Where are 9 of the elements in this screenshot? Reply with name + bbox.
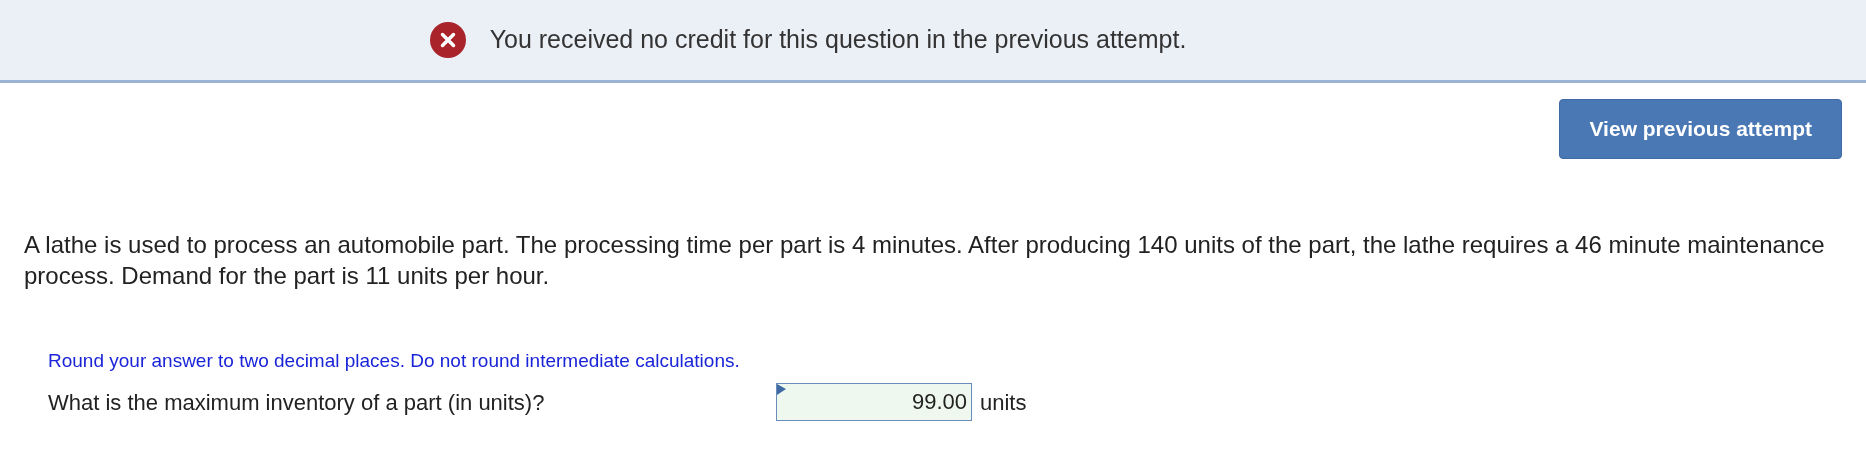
unit-label: units xyxy=(980,388,1027,417)
answer-field[interactable]: 99.00 xyxy=(776,383,972,421)
question-prompt: What is the maximum inventory of a part (in units)? xyxy=(48,388,546,417)
banner-message: You received no credit for this question in the previous attempt. xyxy=(489,24,1187,56)
error-icon xyxy=(429,22,466,58)
view-previous-attempt-button[interactable]: View previous attempt xyxy=(1559,99,1842,159)
question-text: A lathe is used to process an automobile part. The processing time per part is 4 minutes. After producing 140 units of the part, the lathe requires a 46 minute maintenance process. Demand for the part is 11 units per hour. xyxy=(24,229,1826,291)
instruction-text: Round your answer to two decimal places. Do not round intermediate calculations. xyxy=(48,348,741,373)
flag-icon xyxy=(777,384,786,395)
